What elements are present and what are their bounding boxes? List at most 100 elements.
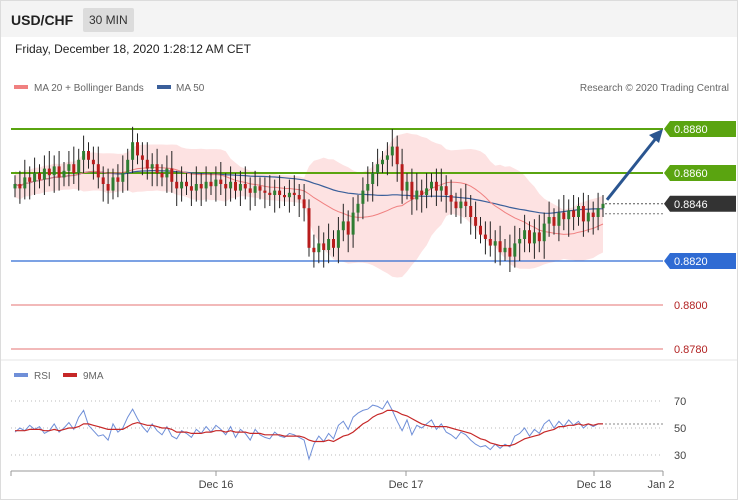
- candle-body: [57, 166, 61, 178]
- candle-body: [395, 146, 399, 165]
- x-tick-label: Jan 2: [648, 479, 675, 491]
- candle-body: [283, 195, 286, 198]
- ma50-legend-swatch: [157, 85, 171, 89]
- candle-body: [160, 173, 164, 178]
- candle-body: [131, 142, 135, 160]
- chart-window: USD/CHF 30 MIN Friday, December 18, 2020…: [0, 0, 738, 500]
- candle-body: [126, 159, 130, 173]
- candle-body: [273, 190, 277, 195]
- candle-body: [278, 190, 282, 195]
- candle-body: [346, 221, 350, 235]
- candle-body: [336, 230, 340, 248]
- candle-body: [464, 201, 468, 206]
- candle-body: [106, 184, 110, 191]
- candle-body: [263, 190, 267, 193]
- candle-body: [581, 206, 585, 222]
- candle-body: [415, 190, 419, 200]
- candle-body: [121, 173, 125, 182]
- rsi-legend-label: RSI: [34, 371, 51, 382]
- candle-body: [111, 177, 115, 191]
- candle-body: [405, 181, 409, 191]
- candle-body: [381, 159, 384, 165]
- level-label-0-8860: 0.8860: [674, 168, 708, 180]
- candle-body: [552, 217, 556, 226]
- candle-body: [523, 230, 527, 239]
- candle-body: [18, 184, 22, 189]
- candle-body: [199, 184, 203, 189]
- candle-body: [302, 199, 306, 209]
- candle-body: [307, 208, 311, 248]
- candle-body: [91, 159, 95, 165]
- candle-body: [596, 208, 600, 217]
- rsi-ma-legend-swatch: [63, 373, 77, 377]
- candle-body: [459, 201, 463, 209]
- candle-body: [567, 210, 571, 220]
- rsi-tick-30: 30: [674, 450, 686, 462]
- candle-body: [292, 192, 296, 195]
- candle-body: [175, 181, 179, 189]
- candle-body: [518, 239, 522, 244]
- ma20-legend-swatch: [14, 85, 28, 89]
- candle-body: [145, 159, 149, 169]
- candle-body: [557, 212, 561, 226]
- candle-body: [513, 243, 517, 257]
- candle-body: [258, 186, 262, 191]
- level-label-0-8846: 0.8846: [674, 199, 708, 211]
- candle-body: [77, 159, 81, 173]
- candle-body: [449, 195, 453, 202]
- candle-body: [327, 239, 331, 250]
- candle-body: [219, 179, 223, 184]
- candle-body: [189, 186, 193, 191]
- candle-body: [87, 151, 90, 160]
- candle-body: [42, 168, 46, 180]
- candle-body: [185, 181, 188, 187]
- candle-body: [430, 181, 433, 189]
- candle-body: [410, 181, 414, 200]
- candle-body: [454, 201, 458, 209]
- candle-body: [532, 232, 536, 244]
- candle-body: [439, 186, 443, 191]
- candle-body: [390, 146, 394, 156]
- level-label-0-8780: 0.8780: [674, 344, 708, 356]
- candle-body: [469, 206, 473, 217]
- rsi-line: [14, 399, 603, 461]
- candle-body: [503, 247, 507, 253]
- x-tick-label: Dec 18: [577, 479, 612, 491]
- candle-body: [479, 225, 482, 235]
- rsi-legend-swatch: [14, 373, 28, 377]
- candle-body: [136, 142, 139, 156]
- candle-body: [601, 203, 605, 209]
- candle-body: [356, 203, 360, 213]
- candle-body: [23, 177, 27, 189]
- candle-body: [385, 155, 389, 160]
- candle-body: [67, 164, 71, 171]
- candle-body: [209, 181, 213, 187]
- candle-body: [82, 151, 86, 160]
- candle-body: [224, 184, 228, 189]
- candle-body: [351, 212, 355, 235]
- candle-body: [180, 181, 184, 189]
- candle-body: [376, 164, 380, 173]
- candle-body: [371, 173, 375, 184]
- level-label-0-8820: 0.8820: [674, 256, 708, 268]
- candle-body: [444, 186, 448, 195]
- ma50-legend-label: MA 50: [176, 83, 205, 94]
- candle-body: [488, 239, 492, 246]
- candle-body: [562, 212, 566, 220]
- candle-body: [155, 164, 159, 173]
- candle-body: [474, 217, 478, 226]
- candle-body: [434, 181, 438, 191]
- candle-body: [537, 232, 541, 242]
- candle-body: [586, 212, 590, 222]
- candle-body: [214, 179, 218, 187]
- candle-body: [542, 223, 546, 242]
- candle-body: [253, 186, 257, 193]
- candle-body: [312, 247, 316, 253]
- candle-body: [28, 177, 32, 182]
- candle-body: [38, 173, 41, 180]
- candle-body: [483, 234, 487, 239]
- rsi-tick-50: 50: [674, 423, 686, 435]
- candle-body: [248, 188, 252, 193]
- candle-body: [170, 168, 174, 182]
- rsi-ma-line: [15, 409, 603, 447]
